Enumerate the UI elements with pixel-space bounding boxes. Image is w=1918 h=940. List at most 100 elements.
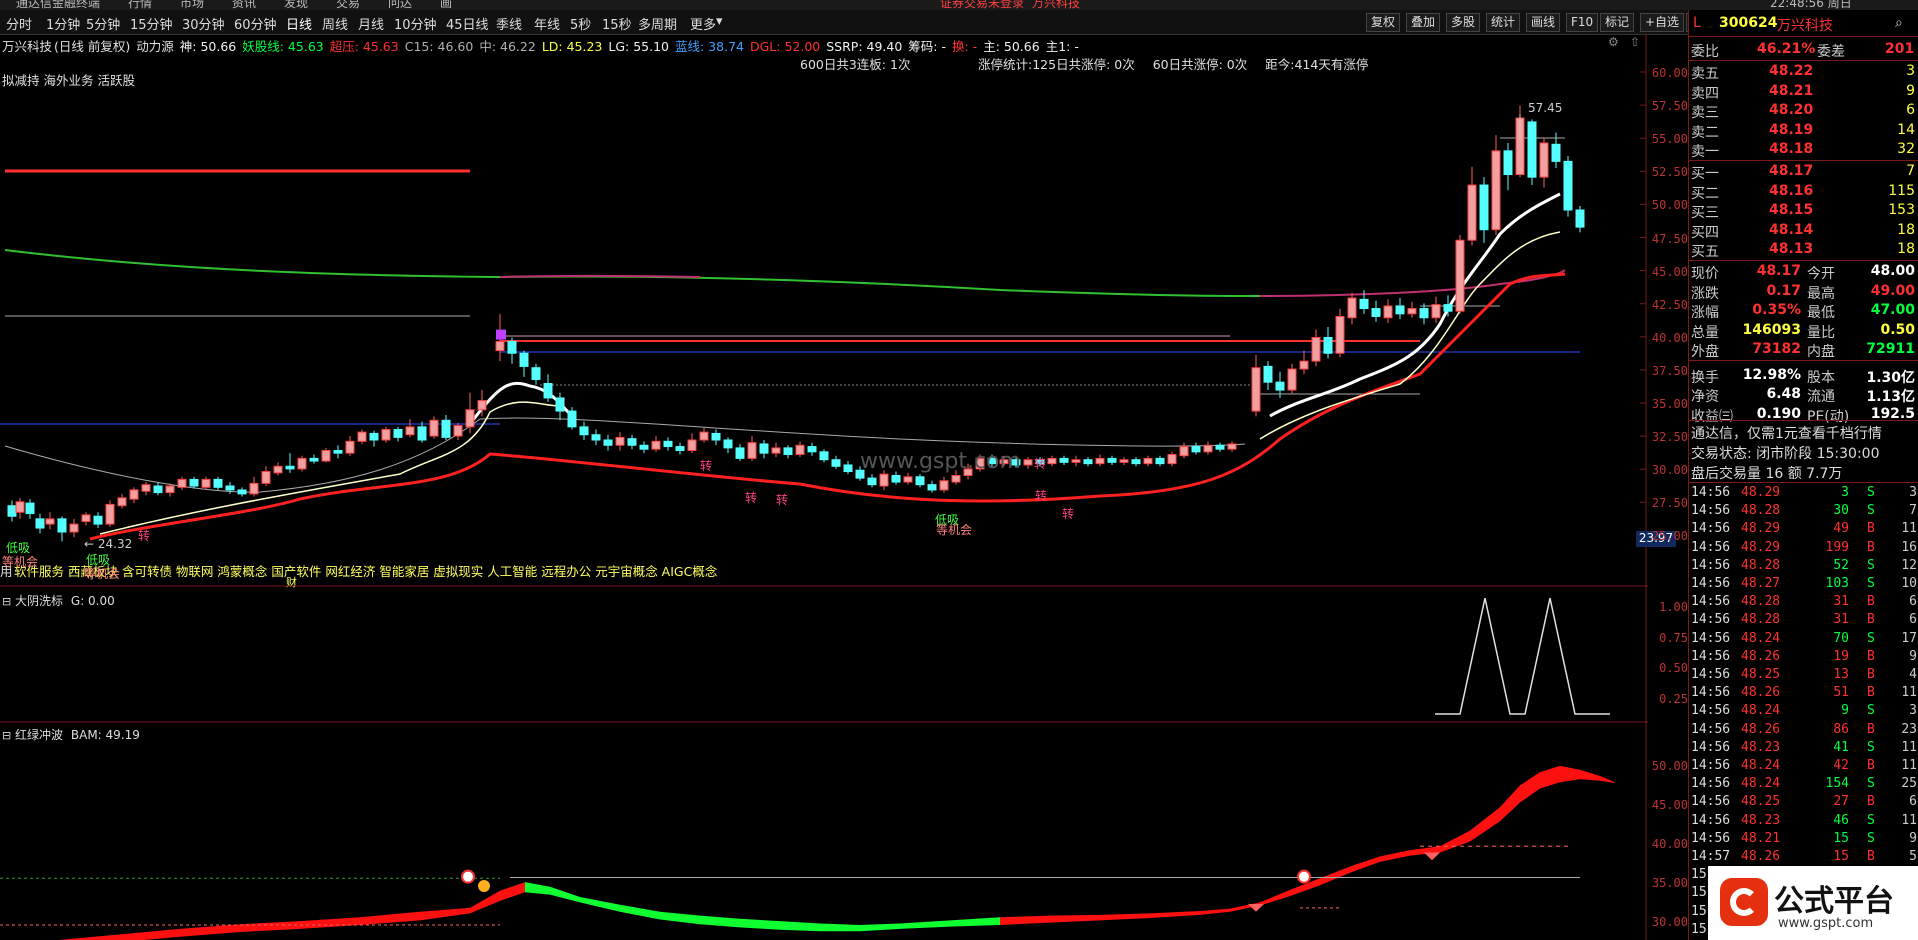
panel3-name[interactable]: 红绿冲波 <box>15 728 63 742</box>
quote-field: 卖一 <box>1691 144 1719 160</box>
quote-field: 48.15 <box>1769 202 1814 218</box>
axis-label: 45.00 <box>1651 264 1688 279</box>
period-8[interactable]: 月线 <box>358 14 384 33</box>
candle-body <box>1491 150 1501 231</box>
menu-item[interactable]: 市场 <box>180 0 204 10</box>
period-4[interactable]: 30分钟 <box>182 14 225 33</box>
tool-button-6[interactable]: 标记 <box>1600 13 1635 32</box>
period-5[interactable]: 60分钟 <box>234 14 277 33</box>
tick-direction: S <box>1867 776 1875 792</box>
candle-body <box>441 419 451 438</box>
tool-button-5[interactable]: F10 <box>1566 13 1599 32</box>
notice-link: 通达信，仅需1元查看千档行情 <box>1691 426 1882 442</box>
expand-icon[interactable]: ⊟ <box>2 595 11 608</box>
collapse-icon: ⇧ <box>1630 35 1640 49</box>
period-3[interactable]: 15分钟 <box>130 14 173 33</box>
login-status[interactable]: 证券交易未登录 <box>940 0 1024 10</box>
candle-body <box>1227 443 1237 450</box>
bid-volume: 18 <box>1897 221 1915 238</box>
candle-body <box>1503 150 1513 176</box>
period-9[interactable]: 10分钟 <box>394 14 437 33</box>
tick-price: 48.28 <box>1741 594 1781 610</box>
tool-button-7[interactable]: +自选 <box>1640 13 1685 32</box>
candle-body <box>1455 239 1465 312</box>
tick-row: 14:56 48.28 31 B 6 <box>1689 593 1918 611</box>
candle-body <box>1083 459 1093 465</box>
tool-button-1[interactable]: 叠加 <box>1406 13 1441 32</box>
expand-icon[interactable]: ⊟ <box>2 729 11 742</box>
menu-item[interactable]: 画 <box>440 0 452 10</box>
quote-field: 卖三 <box>1691 105 1719 121</box>
tool-button-2[interactable]: 多股 <box>1446 13 1481 32</box>
period-6[interactable]: 日线 <box>286 14 312 33</box>
period-15[interactable]: 多周期 <box>638 14 677 33</box>
bid-row: 买五 48.13 18 <box>1689 240 1918 260</box>
weibi-row: 委比 46.21% 委差 201 <box>1689 40 1918 60</box>
candle-body <box>1107 457 1117 463</box>
more-dropdown-icon[interactable]: ▾ <box>716 14 723 29</box>
tick-price: 48.26 <box>1741 648 1781 664</box>
candle-body <box>297 457 307 470</box>
quote-field: 总量 <box>1691 324 1719 341</box>
candle-body <box>45 518 55 525</box>
tool-button-4[interactable]: 画线 <box>1526 13 1561 32</box>
quote-field: 盘后交易量 16 额 7.7万 <box>1691 466 1843 482</box>
period-1[interactable]: 1分钟 <box>46 14 80 33</box>
quote-field: 交易状态: 闭市阶段 15:30:00 <box>1691 446 1880 462</box>
quote-field: 净资 <box>1691 389 1719 405</box>
quote-field: 46.21% <box>1757 41 1816 57</box>
panel2-name[interactable]: 大阴洗标 <box>15 594 63 608</box>
period-7[interactable]: 周线 <box>322 14 348 33</box>
candle-body <box>25 502 35 515</box>
candle-body <box>819 451 829 461</box>
tool-button-3[interactable]: 统计 <box>1486 13 1521 32</box>
candle-body <box>843 464 853 473</box>
period-11[interactable]: 季线 <box>496 14 522 33</box>
signal-line <box>1435 597 1610 715</box>
search-icon[interactable]: ⌕ <box>1895 15 1903 31</box>
candle-body <box>1575 209 1585 228</box>
period-10[interactable]: 45日线 <box>446 14 489 33</box>
candle-body <box>1023 459 1033 466</box>
menu-item[interactable]: 交易 <box>336 0 360 10</box>
menu-item[interactable]: 发现 <box>284 0 308 10</box>
stat-value: 146093 <box>1742 321 1801 338</box>
tool-button-0[interactable]: 复权 <box>1366 13 1401 32</box>
candle-body <box>321 450 331 462</box>
tick-count: 11 <box>1901 685 1917 701</box>
kline-chart[interactable]: 转转转转转转转低吸等机会低吸等机会 低吸等机会57.45← 24.32www.gs… <box>0 34 1648 940</box>
period-16[interactable]: 更多 <box>690 14 716 33</box>
tick-row: 14:56 48.24 42 B 11 <box>1689 757 1918 775</box>
candle-body <box>261 471 271 484</box>
period-13[interactable]: 5秒 <box>570 14 591 33</box>
candle-body <box>1467 184 1477 241</box>
candle-body <box>1395 305 1405 315</box>
quote-flag: L <box>1693 15 1701 31</box>
candle-body <box>723 439 733 449</box>
trade-state-row: 交易状态: 闭市阶段 15:30:00 <box>1689 442 1918 462</box>
tick-price: 48.29 <box>1741 521 1781 537</box>
period-2[interactable]: 5分钟 <box>86 14 120 33</box>
menu-item[interactable]: 问达 <box>388 0 412 10</box>
candle-body <box>627 438 637 446</box>
candle-body <box>1479 184 1489 231</box>
tick-volume: 86 <box>1833 721 1849 737</box>
panel3-value: BAM: 49.19 <box>70 728 140 742</box>
tick-volume: 52 <box>1833 557 1849 573</box>
menu-item[interactable]: 行情 <box>128 0 152 10</box>
candle-body <box>201 478 211 488</box>
period-0[interactable]: 分时 <box>6 14 32 33</box>
logo-url: www.gspt.com <box>1778 916 1874 931</box>
quote-field: 买四 <box>1691 224 1719 241</box>
candle-body <box>1119 459 1129 463</box>
period-12[interactable]: 年线 <box>534 14 560 33</box>
quote-field: 今开 <box>1807 266 1835 282</box>
down-signal-icon <box>1248 903 1264 912</box>
tick-price: 48.24 <box>1741 703 1781 719</box>
tick-row: 14:56 48.29 3 S 3 <box>1689 484 1918 502</box>
wave-band <box>58 882 525 940</box>
chart-annotation: 转 <box>1035 488 1047 503</box>
period-14[interactable]: 15秒 <box>602 14 632 33</box>
ma-magenta-line <box>1259 269 1566 297</box>
menu-item[interactable]: 资讯 <box>232 0 256 10</box>
